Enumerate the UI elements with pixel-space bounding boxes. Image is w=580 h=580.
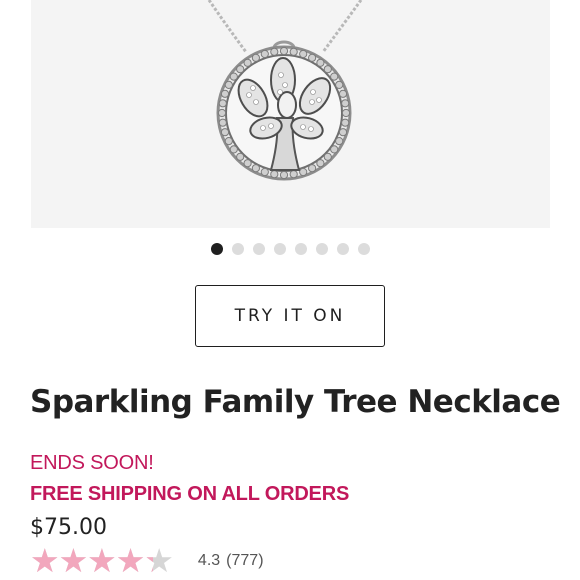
product-image[interactable] [31, 0, 550, 228]
review-count[interactable]: (777) [226, 552, 263, 570]
necklace-illustration [207, 0, 363, 181]
product-page: TRY IT ON Sparkling Family Tree Necklace… [0, 0, 580, 580]
product-price: $75.00 [30, 515, 107, 540]
image-carousel-dots [0, 243, 580, 255]
carousel-dot-1[interactable] [210, 243, 223, 255]
stars-filled: ★★★★★ [30, 544, 153, 577]
carousel-dot-5[interactable] [294, 243, 307, 255]
promo-ends-soon: ENDS SOON! [30, 452, 154, 474]
carousel-dot-7[interactable] [336, 243, 349, 255]
star-rating-icon: ★★★★★ ★★★★★ [30, 544, 174, 577]
carousel-dot-8[interactable] [357, 243, 370, 255]
free-shipping-banner: FREE SHIPPING ON ALL ORDERS [30, 483, 350, 505]
product-rating[interactable]: ★★★★★ ★★★★★ 4.3 (777) [30, 544, 264, 577]
rating-value: 4.3 [197, 551, 221, 569]
carousel-dot-2[interactable] [231, 243, 244, 255]
carousel-dot-3[interactable] [252, 243, 265, 255]
carousel-dot-6[interactable] [315, 243, 328, 255]
try-it-on-button[interactable]: TRY IT ON [195, 285, 385, 347]
carousel-dot-4[interactable] [273, 243, 286, 255]
product-title: Sparkling Family Tree Necklace [30, 384, 561, 420]
